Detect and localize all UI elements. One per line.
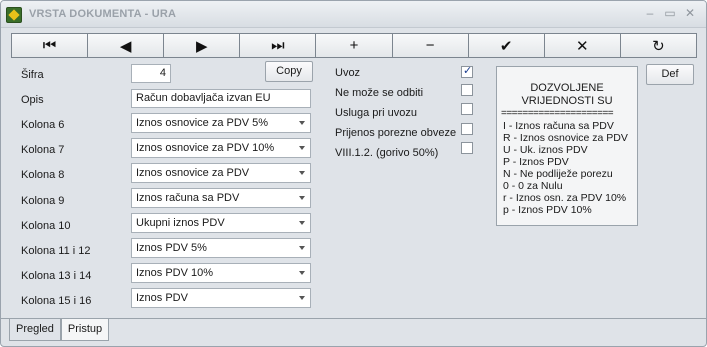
uvoz-checkbox[interactable]	[461, 64, 473, 78]
app-logo-icon	[6, 7, 22, 23]
first-record-icon: ⏮	[42, 37, 57, 54]
add-icon: +	[349, 37, 359, 54]
gorivo-checkbox[interactable]	[461, 142, 473, 154]
close-icon[interactable]: ✕	[682, 5, 698, 21]
allowed-value-item: p - Iznos PDV 10%	[503, 204, 592, 216]
add-record-button[interactable]: +	[316, 34, 393, 57]
refresh-icon: ↻	[652, 37, 665, 55]
uvoz-label: Uvoz	[335, 67, 361, 79]
kolona-7-value: Iznos osnovice za PDV 10%	[136, 142, 275, 154]
kolona-9-label: Kolona 9	[21, 195, 65, 207]
ne-moze-se-odbiti-label: Ne može se odbiti	[335, 87, 424, 99]
chevron-down-icon	[299, 271, 305, 275]
confirm-button[interactable]: ✔	[468, 34, 545, 57]
chevron-down-icon	[299, 121, 305, 125]
chevron-down-icon	[299, 196, 305, 200]
allowed-values-title-2: VRIJEDNOSTI SU	[521, 95, 613, 107]
sifra-label: Šifra	[21, 69, 44, 81]
tab-strip: Pregled Pristup	[9, 319, 110, 341]
navigation-toolbar: ⏮ ◀ ▶ ⏭ + − ✔ ✕ ↻	[11, 33, 697, 58]
kolona-8-value: Iznos osnovice za PDV	[136, 167, 250, 179]
allowed-value-item: N - Ne podliježe porezu	[503, 168, 613, 180]
kolona-8-label: Kolona 8	[21, 169, 65, 181]
last-record-icon: ⏭	[271, 37, 285, 54]
usluga-pri-uvozu-label: Usluga pri uvozu	[335, 107, 417, 119]
kolona-15-16-label: Kolona 15 i 16	[21, 295, 92, 307]
kolona-15-16-value: Iznos PDV	[136, 292, 188, 304]
opis-label: Opis	[21, 94, 44, 106]
kolona-6-label: Kolona 6	[21, 119, 65, 131]
allowed-value-item: 0 - 0 za Nulu	[503, 180, 563, 192]
sifra-field[interactable]: 4	[131, 64, 171, 83]
confirm-icon: ✔	[499, 37, 513, 55]
kolona-9-select[interactable]: Iznos računa sa PDV	[131, 188, 311, 208]
kolona-10-value: Ukupni iznos PDV	[136, 217, 225, 229]
prijenos-porezne-obveze-checkbox[interactable]	[461, 123, 473, 135]
kolona-13-14-select[interactable]: Iznos PDV 10%	[131, 263, 311, 283]
chevron-down-icon	[299, 296, 305, 300]
allowed-value-item: R - Iznos osnovice za PDV	[503, 132, 628, 144]
title-bar: VRSTA DOKUMENTA - URA – ▭ ✕	[1, 1, 706, 28]
prijenos-porezne-obveze-label: Prijenos porezne obveze	[335, 127, 457, 139]
kolona-11-12-label: Kolona 11 i 12	[21, 245, 91, 257]
minimize-icon[interactable]: –	[642, 5, 658, 21]
kolona-15-16-select[interactable]: Iznos PDV	[131, 288, 311, 308]
tab-pregled[interactable]: Pregled	[9, 319, 61, 341]
kolona-7-select[interactable]: Iznos osnovice za PDV 10%	[131, 138, 311, 158]
allowed-values-panel: DOZVOLJENE VRIJEDNOSTI SU ==============…	[496, 66, 638, 226]
next-record-icon: ▶	[196, 37, 208, 55]
delete-record-button[interactable]: −	[392, 34, 469, 57]
chevron-down-icon	[299, 171, 305, 175]
def-button[interactable]: Def	[646, 64, 694, 85]
last-record-button[interactable]: ⏭	[240, 34, 317, 57]
allowed-value-item: U - Uk. iznos PDV	[503, 144, 588, 156]
allowed-values-title-1: DOZVOLJENE	[530, 82, 604, 94]
tab-pristup[interactable]: Pristup	[60, 319, 110, 341]
maximize-icon[interactable]: ▭	[662, 5, 678, 21]
document-type-window: VRSTA DOKUMENTA - URA – ▭ ✕ ⏮ ◀ ▶ ⏭ + − …	[0, 0, 707, 347]
kolona-10-select[interactable]: Ukupni iznos PDV	[131, 213, 311, 233]
allowed-value-item: I - Iznos računa sa PDV	[503, 120, 614, 132]
next-record-button[interactable]: ▶	[164, 34, 241, 57]
kolona-7-label: Kolona 7	[21, 144, 65, 156]
document-form: Šifra 4 Copy Opis Račun dobavljača izvan…	[1, 59, 706, 316]
kolona-9-value: Iznos računa sa PDV	[136, 192, 240, 204]
chevron-down-icon	[299, 246, 305, 250]
kolona-6-value: Iznos osnovice za PDV 5%	[136, 117, 269, 129]
cancel-icon: ✕	[576, 37, 589, 55]
ne-moze-se-odbiti-checkbox[interactable]	[461, 84, 473, 96]
kolona-11-12-value: Iznos PDV 5%	[136, 242, 207, 254]
window-title: VRSTA DOKUMENTA - URA	[29, 8, 177, 20]
chevron-down-icon	[299, 221, 305, 225]
opis-field[interactable]: Račun dobavljača izvan EU	[131, 89, 311, 108]
chevron-down-icon	[299, 146, 305, 150]
delete-icon: −	[425, 37, 435, 54]
previous-record-icon: ◀	[119, 37, 132, 55]
copy-button[interactable]: Copy	[265, 61, 313, 82]
allowed-values-separator: =====================	[501, 108, 614, 119]
refresh-button[interactable]: ↻	[620, 34, 696, 57]
usluga-pri-uvozu-checkbox[interactable]	[461, 103, 473, 115]
kolona-11-12-select[interactable]: Iznos PDV 5%	[131, 238, 311, 258]
kolona-13-14-label: Kolona 13 i 14	[21, 270, 92, 282]
cancel-button[interactable]: ✕	[544, 34, 621, 57]
allowed-value-item: r - Iznos osn. za PDV 10%	[503, 192, 627, 204]
allowed-value-item: P - Iznos PDV	[503, 156, 569, 168]
previous-record-button[interactable]: ◀	[88, 34, 165, 57]
gorivo-label: VIII.1.2. (gorivo 50%)	[335, 147, 439, 159]
kolona-8-select[interactable]: Iznos osnovice za PDV	[131, 163, 311, 183]
kolona-6-select[interactable]: Iznos osnovice za PDV 5%	[131, 113, 311, 133]
kolona-13-14-value: Iznos PDV 10%	[136, 267, 214, 279]
kolona-10-label: Kolona 10	[21, 220, 71, 232]
first-record-button[interactable]: ⏮	[12, 34, 89, 57]
